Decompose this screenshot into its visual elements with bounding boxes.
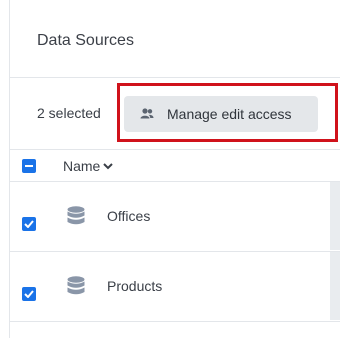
database-icon xyxy=(67,206,85,225)
table-header: Name xyxy=(10,149,340,182)
selected-count: 2 selected xyxy=(37,105,101,121)
select-all-checkbox[interactable] xyxy=(22,159,36,173)
row-hover-strip xyxy=(330,252,340,320)
manage-edit-access-label: Manage edit access xyxy=(167,106,292,122)
chevron-down-icon xyxy=(103,162,114,170)
row-name[interactable]: Products xyxy=(107,278,162,294)
page-title: Data Sources xyxy=(37,32,134,49)
name-column-label: Name xyxy=(63,158,101,174)
row-checkbox[interactable] xyxy=(22,217,36,231)
row-name[interactable]: Offices xyxy=(107,208,150,224)
manage-edit-access-button[interactable]: Manage edit access xyxy=(124,96,318,132)
name-column-header[interactable]: Name xyxy=(63,158,114,174)
table-row[interactable]: Offices xyxy=(10,182,340,252)
header: Data Sources xyxy=(10,0,340,78)
table-row[interactable]: Products xyxy=(10,252,340,322)
minus-icon xyxy=(25,165,33,167)
row-hover-strip xyxy=(330,182,340,250)
database-icon xyxy=(67,276,85,295)
check-icon xyxy=(24,220,34,228)
check-icon xyxy=(24,290,34,298)
people-icon xyxy=(140,108,154,120)
row-checkbox[interactable] xyxy=(22,287,36,301)
